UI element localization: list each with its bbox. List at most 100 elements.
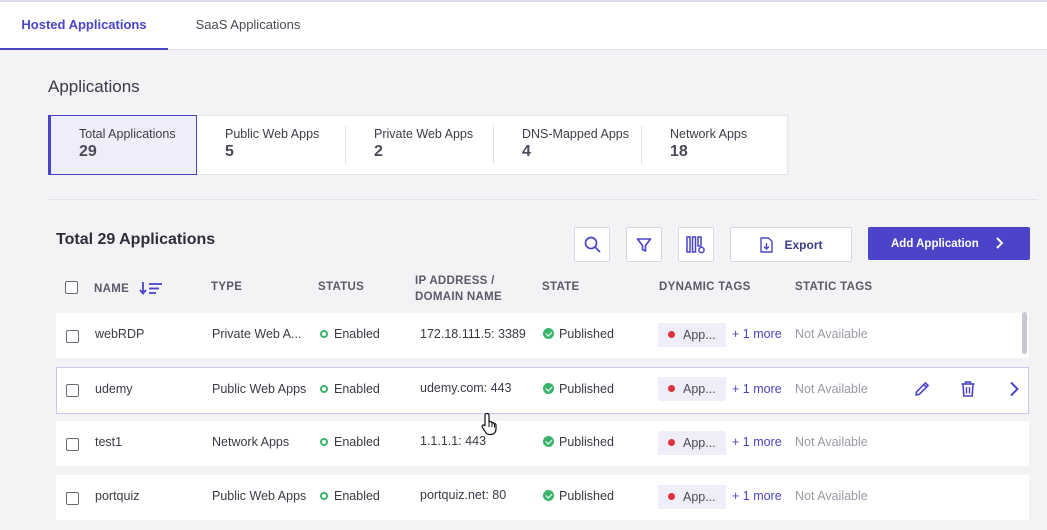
edit-icon[interactable] xyxy=(913,380,931,398)
sort-icon[interactable] xyxy=(138,281,163,295)
dynamic-tag-pill: App... xyxy=(658,431,726,455)
filter-icon xyxy=(636,237,652,252)
table-row[interactable]: test1 Network Apps Enabled 1.1.1.1: 443 … xyxy=(56,421,1029,466)
status-label: Enabled xyxy=(334,489,380,503)
row-checkbox[interactable] xyxy=(66,438,79,451)
table-row[interactable]: webRDP Private Web A... Enabled 172.18.1… xyxy=(56,313,1029,358)
column-settings-button[interactable] xyxy=(678,227,714,262)
column-header-state: STATE xyxy=(542,281,580,293)
select-all-checkbox[interactable] xyxy=(65,281,78,294)
search-button[interactable] xyxy=(574,227,610,262)
app-type: Public Web Apps xyxy=(212,489,307,503)
app-address: 172.18.111.5: 3389 xyxy=(420,327,526,341)
chevron-right-icon[interactable] xyxy=(1005,380,1023,398)
filter-button[interactable] xyxy=(626,227,662,262)
card-value: 5 xyxy=(225,143,234,160)
column-header-label: NAME xyxy=(94,283,130,295)
tag-label: App... xyxy=(683,382,716,396)
column-header-address-line2: DOMAIN NAME xyxy=(415,291,502,303)
row-checkbox[interactable] xyxy=(66,330,79,343)
more-tags-link[interactable]: + 1 more xyxy=(732,489,782,503)
card-dns-mapped-apps[interactable]: DNS-Mapped Apps 4 xyxy=(494,116,642,174)
delete-icon[interactable] xyxy=(959,380,977,398)
section-divider xyxy=(48,199,1038,200)
column-settings-icon xyxy=(686,235,705,253)
app-status: Enabled xyxy=(320,382,380,396)
more-tags-link[interactable]: + 1 more xyxy=(732,435,782,449)
published-check-icon xyxy=(543,328,554,339)
app-name[interactable]: webRDP xyxy=(95,327,144,341)
export-button[interactable]: Export xyxy=(730,227,852,262)
table-scrollbar[interactable] xyxy=(1022,312,1027,354)
column-header-dynamic-tags: DYNAMIC TAGS xyxy=(659,281,751,293)
add-application-label: Add Application xyxy=(891,237,979,250)
app-state: Published xyxy=(543,435,614,449)
status-label: Enabled xyxy=(334,327,380,341)
state-label: Published xyxy=(559,435,614,449)
card-private-web-apps[interactable]: Private Web Apps 2 xyxy=(346,116,494,174)
tag-label: App... xyxy=(683,328,716,342)
dynamic-tag-pill: App... xyxy=(658,377,726,401)
add-application-button[interactable]: Add Application xyxy=(868,227,1030,260)
chevron-right-icon xyxy=(996,237,1004,249)
app-type: Private Web A... xyxy=(212,327,302,341)
app-type: Network Apps xyxy=(212,435,290,449)
table-title: Total 29 Applications xyxy=(56,231,216,248)
row-checkbox[interactable] xyxy=(66,384,79,397)
state-label: Published xyxy=(559,327,614,341)
app-name[interactable]: test1 xyxy=(95,435,122,449)
status-enabled-icon xyxy=(320,385,328,393)
app-type: Public Web Apps xyxy=(212,382,307,396)
static-tags-value: Not Available xyxy=(795,435,868,449)
export-icon xyxy=(760,236,774,253)
tag-label: App... xyxy=(683,436,716,450)
app-name[interactable]: udemy xyxy=(95,382,133,396)
tab-bar: Hosted Applications SaaS Applications xyxy=(0,0,1047,50)
search-icon xyxy=(584,236,600,253)
column-header-address: IP ADDRESS / DOMAIN NAME xyxy=(415,273,502,305)
state-label: Published xyxy=(559,489,614,503)
card-label: DNS-Mapped Apps xyxy=(522,127,630,141)
more-tags-link[interactable]: + 1 more xyxy=(732,327,782,341)
card-value: 2 xyxy=(374,143,383,160)
app-status: Enabled xyxy=(320,435,380,449)
column-header-name[interactable]: NAME xyxy=(94,281,163,295)
card-value: 4 xyxy=(522,143,531,160)
static-tags-value: Not Available xyxy=(795,327,868,341)
tab-saas-applications[interactable]: SaaS Applications xyxy=(168,2,328,50)
published-check-icon xyxy=(543,436,554,447)
static-tags-value: Not Available xyxy=(795,489,868,503)
app-address: 1.1.1.1: 443 xyxy=(420,434,487,448)
export-label: Export xyxy=(784,237,823,252)
column-header-static-tags: STATIC TAGS xyxy=(795,281,873,293)
app-name[interactable]: portquiz xyxy=(95,489,139,503)
column-header-status: STATUS xyxy=(318,281,365,293)
table-row[interactable]: udemy Public Web Apps Enabled udemy.com:… xyxy=(56,367,1029,414)
published-check-icon xyxy=(543,490,554,501)
table-row[interactable]: portquiz Public Web Apps Enabled portqui… xyxy=(56,475,1029,520)
column-header-type: TYPE xyxy=(211,281,243,293)
card-public-web-apps[interactable]: Public Web Apps 5 xyxy=(197,116,346,174)
card-total-applications[interactable]: Total Applications 29 xyxy=(48,115,197,175)
card-value: 18 xyxy=(670,143,688,160)
tag-color-dot xyxy=(668,439,675,446)
card-value: 29 xyxy=(79,143,97,160)
dynamic-tag-pill: App... xyxy=(658,485,726,509)
app-state: Published xyxy=(543,382,614,396)
card-network-apps[interactable]: Network Apps 18 xyxy=(642,116,787,174)
tag-label: App... xyxy=(683,490,716,504)
published-check-icon xyxy=(543,383,554,394)
static-tags-value: Not Available xyxy=(795,382,868,396)
status-enabled-icon xyxy=(320,330,328,338)
status-enabled-icon xyxy=(320,438,328,446)
card-label: Public Web Apps xyxy=(225,127,320,141)
app-state: Published xyxy=(543,327,614,341)
tab-hosted-applications[interactable]: Hosted Applications xyxy=(0,2,168,50)
row-checkbox[interactable] xyxy=(66,492,79,505)
card-label: Private Web Apps xyxy=(374,127,474,141)
card-label: Network Apps xyxy=(670,127,748,141)
tag-color-dot xyxy=(668,493,675,500)
more-tags-link[interactable]: + 1 more xyxy=(732,382,782,396)
state-label: Published xyxy=(559,382,614,396)
app-state: Published xyxy=(543,489,614,503)
